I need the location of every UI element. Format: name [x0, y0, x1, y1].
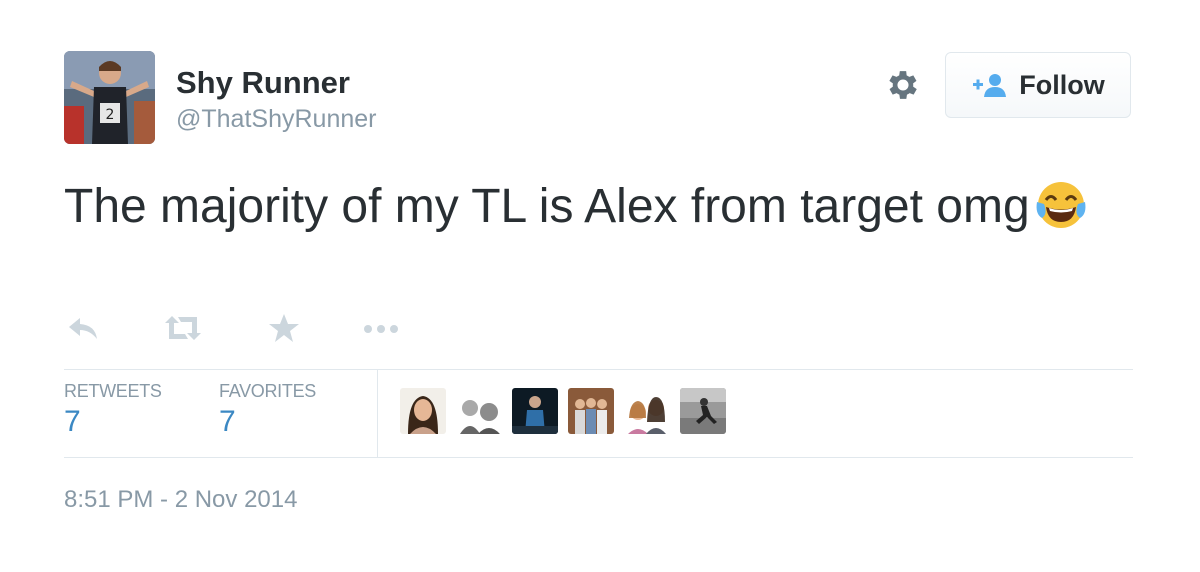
- more-ellipsis-icon[interactable]: [362, 312, 402, 344]
- tweet-timestamp[interactable]: 8:51 PM - 2 Nov 2014: [64, 486, 297, 514]
- user-avatar-1[interactable]: [400, 388, 446, 434]
- retweets-label: RETWEETS: [64, 381, 162, 401]
- follow-label: Follow: [1019, 69, 1105, 100]
- user-avatar-2[interactable]: [456, 388, 502, 434]
- author-avatar[interactable]: 2: [64, 51, 155, 144]
- stats-bottom-divider: [64, 457, 1133, 458]
- tweet-text-content: The majority of my TL is Alex from targe…: [64, 180, 1030, 233]
- face-with-tears-of-joy-icon: [1034, 178, 1088, 232]
- author-name[interactable]: Shy Runner: [176, 65, 350, 101]
- favorites-label: FAVORITES: [219, 381, 316, 401]
- tweet-card: 2 Shy Runner @ThatShyRunner Follow The m…: [0, 0, 1200, 572]
- stats-vertical-divider: [377, 370, 378, 458]
- user-avatar-6[interactable]: [680, 388, 726, 434]
- retweet-icon[interactable]: [163, 312, 203, 344]
- favorites-count[interactable]: 7: [219, 405, 236, 439]
- gear-icon[interactable]: [884, 66, 922, 104]
- stats-top-divider: [64, 369, 1133, 370]
- user-avatar-3[interactable]: [512, 388, 558, 434]
- retweets-count[interactable]: 7: [64, 405, 81, 439]
- favorite-star-icon[interactable]: [268, 312, 300, 344]
- svg-text:2: 2: [106, 107, 115, 123]
- tweet-text: The majority of my TL is Alex from targe…: [64, 175, 1124, 238]
- author-handle[interactable]: @ThatShyRunner: [176, 105, 376, 134]
- add-user-icon: [971, 70, 1009, 100]
- user-avatar-4[interactable]: [568, 388, 614, 434]
- user-avatar-5[interactable]: [624, 388, 670, 434]
- reply-icon[interactable]: [66, 312, 100, 344]
- follow-button[interactable]: Follow: [945, 52, 1131, 118]
